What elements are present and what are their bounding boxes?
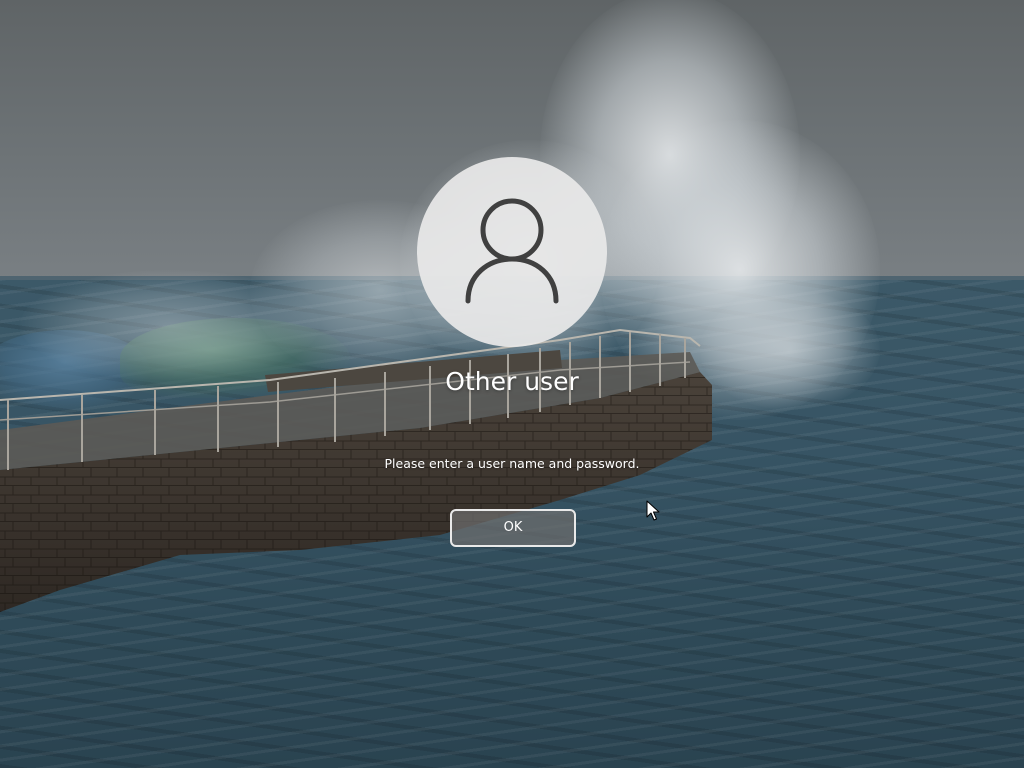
user-avatar xyxy=(417,157,607,347)
lock-screen: Other user Please enter a user name and … xyxy=(0,0,1024,768)
ok-button[interactable]: OK xyxy=(450,509,576,547)
username-label: Other user xyxy=(445,367,579,396)
login-message: Please enter a user name and password. xyxy=(384,456,640,471)
user-silhouette-icon xyxy=(465,198,559,304)
mouse-pointer-icon xyxy=(646,500,660,521)
